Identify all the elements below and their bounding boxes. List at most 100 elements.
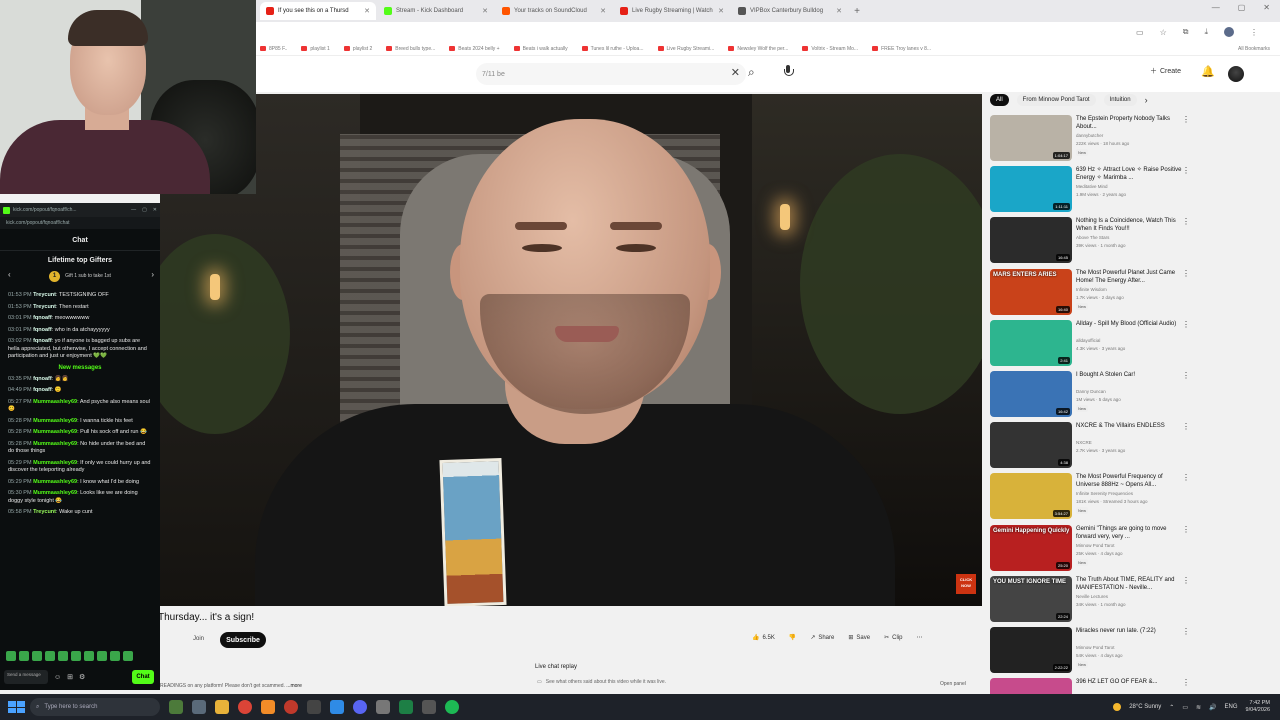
wifi-icon[interactable]: ≋ — [1196, 704, 1201, 711]
chevron-right-icon[interactable]: › — [151, 270, 154, 279]
video-thumbnail[interactable]: Gemini Happening Quickly 25:20 — [990, 524, 1072, 571]
more-options-icon[interactable]: ⋮ — [1182, 371, 1190, 380]
microphone-icon[interactable] — [783, 64, 794, 78]
spotify-icon[interactable] — [445, 700, 459, 714]
video-thumbnail[interactable]: 2:22:22 — [990, 627, 1072, 673]
video-thumbnail[interactable]: YOU MUST IGNORE TIME 22:24 — [990, 575, 1072, 622]
recommended-title[interactable]: Gemini "Things are going to move forward… — [1076, 525, 1182, 541]
subscribe-button[interactable]: Subscribe — [220, 632, 266, 648]
recommended-title[interactable]: 396 HZ LET GO OF FEAR &... — [1076, 678, 1182, 686]
like-button[interactable]: 👍 6.5K — [752, 634, 775, 642]
channel-name[interactable]: Minnow Pond Tarot — [1076, 645, 1114, 650]
close-tab-icon[interactable]: ✕ — [718, 7, 724, 15]
emote-icon[interactable] — [6, 651, 16, 661]
taskbar-search[interactable]: ⌕ Type here to search — [30, 698, 160, 716]
recommended-video[interactable]: 2:22:22 Miracles never run late. (7:22) Mi… — [990, 627, 1190, 677]
kick-address-bar[interactable]: kick.com/popout/fqnoaff/chat — [0, 217, 160, 229]
taskbar-app-icon[interactable] — [261, 700, 275, 714]
bookmark-item[interactable]: Newsley Wolf the per... — [728, 46, 788, 52]
recommended-title[interactable]: I Bought A Stolen Car! — [1076, 371, 1182, 379]
video-thumbnail[interactable]: 2:41 — [990, 319, 1072, 366]
create-button[interactable]: ＋ Create — [1150, 66, 1181, 76]
download-icon[interactable]: ⤓ — [1204, 27, 1208, 37]
account-avatar[interactable] — [1228, 66, 1244, 82]
kick-maximize-icon[interactable]: ▢ — [142, 207, 147, 213]
taskbar-app-icon[interactable] — [284, 700, 298, 714]
cast-icon[interactable]: ▭ — [1136, 28, 1144, 37]
clip-button[interactable]: ✂ Clip — [884, 634, 902, 642]
extensions-icon[interactable]: ⧉ — [1183, 27, 1189, 37]
bookmark-item[interactable]: playlist 1 — [301, 46, 330, 52]
recommended-video[interactable]: 16:42 I Bought A Stolen Car! Danny Duncan 1… — [990, 371, 1190, 421]
bookmark-item[interactable]: Voltrix - Stream Mo... — [802, 46, 858, 52]
bookmark-item[interactable]: FREE Troy lanes v 8... — [872, 46, 931, 52]
video-thumbnail[interactable]: 16:45 — [990, 217, 1072, 264]
vscode-icon[interactable] — [330, 700, 344, 714]
video-thumbnail[interactable]: 16:42 — [990, 371, 1072, 417]
recommended-video[interactable]: MARS ENTERS ARIES 16:40 The Most Powerful … — [990, 268, 1190, 319]
more-options-icon[interactable]: ⋮ — [1182, 115, 1190, 124]
close-tab-icon[interactable]: ✕ — [600, 7, 606, 15]
message-username[interactable]: fqnoaff — [33, 376, 52, 382]
recommended-video[interactable]: YOU MUST IGNORE TIME 22:24 The Truth About… — [990, 575, 1190, 626]
channel-name[interactable]: NXCRE — [1076, 440, 1092, 445]
video-thumbnail[interactable]: MARS ENTERS ARIES 16:40 — [990, 268, 1072, 315]
recommended-video[interactable]: 1:04:17 The Epstein Property Nobody Talks… — [990, 115, 1190, 165]
browser-tab[interactable]: Your tracks on SoundCloud ✕ — [496, 2, 612, 20]
file-explorer-icon[interactable] — [215, 700, 229, 714]
more-options-icon[interactable]: ⋮ — [1182, 576, 1190, 585]
more-options-icon[interactable]: ⋮ — [1182, 269, 1190, 278]
more-link[interactable]: ...more — [286, 683, 302, 689]
emote-icon[interactable] — [97, 651, 107, 661]
search-icon[interactable]: ⌕ — [748, 65, 755, 80]
menu-dots-icon[interactable]: ⋮ — [1250, 28, 1258, 37]
settings-gear-icon[interactable]: ⚙ — [79, 673, 85, 681]
dislike-button[interactable]: 👎 — [789, 634, 796, 641]
message-username[interactable]: Mummaashley69 — [33, 479, 77, 485]
clock[interactable]: 7:42 PM 9/04/2026 — [1246, 700, 1270, 714]
emote-icon[interactable] — [71, 651, 81, 661]
taskbar-app-icon[interactable] — [376, 700, 390, 714]
taskbar-app-icon[interactable] — [169, 700, 183, 714]
channel-name[interactable]: alldayofficial — [1076, 338, 1100, 343]
maximize-icon[interactable]: ▢ — [1238, 3, 1246, 12]
more-options-icon[interactable]: ⋮ — [1182, 678, 1190, 687]
message-username[interactable]: fqnoaff — [33, 387, 52, 393]
send-chat-button[interactable]: Chat — [132, 670, 154, 684]
more-options-icon[interactable]: ⋮ — [1182, 627, 1190, 636]
search-input[interactable]: 7/11 be ✕ — [476, 63, 746, 85]
more-options-icon[interactable]: ⋮ — [1182, 217, 1190, 226]
emoji-icon[interactable]: ☺ — [54, 674, 61, 681]
recommended-title[interactable]: NXCRE & The Villains ENDLESS — [1076, 422, 1182, 430]
volume-icon[interactable]: 🔊 — [1209, 704, 1216, 711]
recommended-title[interactable]: Miracles never run late. (7:22) — [1076, 627, 1182, 635]
filter-chip[interactable]: From Minnow Pond Tarot — [1016, 94, 1096, 106]
emote-icon[interactable] — [45, 651, 55, 661]
new-messages-divider[interactable]: New messages — [8, 365, 152, 371]
message-username[interactable]: fqnoaff — [33, 338, 52, 344]
browser-tab[interactable]: VIPBox Canterbury Bulldog ✕ — [732, 2, 848, 20]
recommended-video[interactable]: 16:45 Nothing Is a Coincidence, Watch Thi… — [990, 217, 1190, 267]
task-view-icon[interactable] — [192, 700, 206, 714]
recommended-title[interactable]: Nothing Is a Coincidence, Watch This Whe… — [1076, 217, 1182, 233]
channel-name[interactable]: Meditative Mind — [1076, 184, 1108, 189]
message-username[interactable]: Treycunt — [33, 292, 56, 298]
chrome-icon[interactable] — [238, 700, 252, 714]
close-tab-icon[interactable]: ✕ — [836, 7, 842, 15]
more-options-icon[interactable]: ⋮ — [1182, 525, 1190, 534]
bookmark-item[interactable]: 8P85 F.. — [260, 46, 287, 52]
recommended-video[interactable]: 2:41 Allday - Spill My Blood (Official Au… — [990, 319, 1190, 370]
recommended-video[interactable]: Gemini Happening Quickly 25:20 Gemini "Thi… — [990, 524, 1190, 575]
browser-tab[interactable]: Live Rugby Streaming | Watch ✕ — [614, 2, 730, 20]
more-options-icon[interactable]: ⋮ — [1182, 320, 1190, 329]
emote-icon[interactable] — [110, 651, 120, 661]
bookmark-star-icon[interactable]: ☆ — [1160, 28, 1167, 37]
all-bookmarks[interactable]: All Bookmarks — [1238, 46, 1280, 52]
browser-tab[interactable]: If you see this on a Thursd ✕ — [260, 2, 376, 20]
emote-icon[interactable] — [84, 651, 94, 661]
notifications-bell-icon[interactable]: 🔔 — [1201, 65, 1215, 78]
video-thumbnail[interactable]: 4:38 — [990, 422, 1072, 469]
video-thumbnail[interactable]: 1:04:17 — [990, 115, 1072, 161]
more-actions-icon[interactable]: ⋯ — [916, 634, 922, 641]
profile-avatar[interactable] — [1224, 27, 1234, 37]
